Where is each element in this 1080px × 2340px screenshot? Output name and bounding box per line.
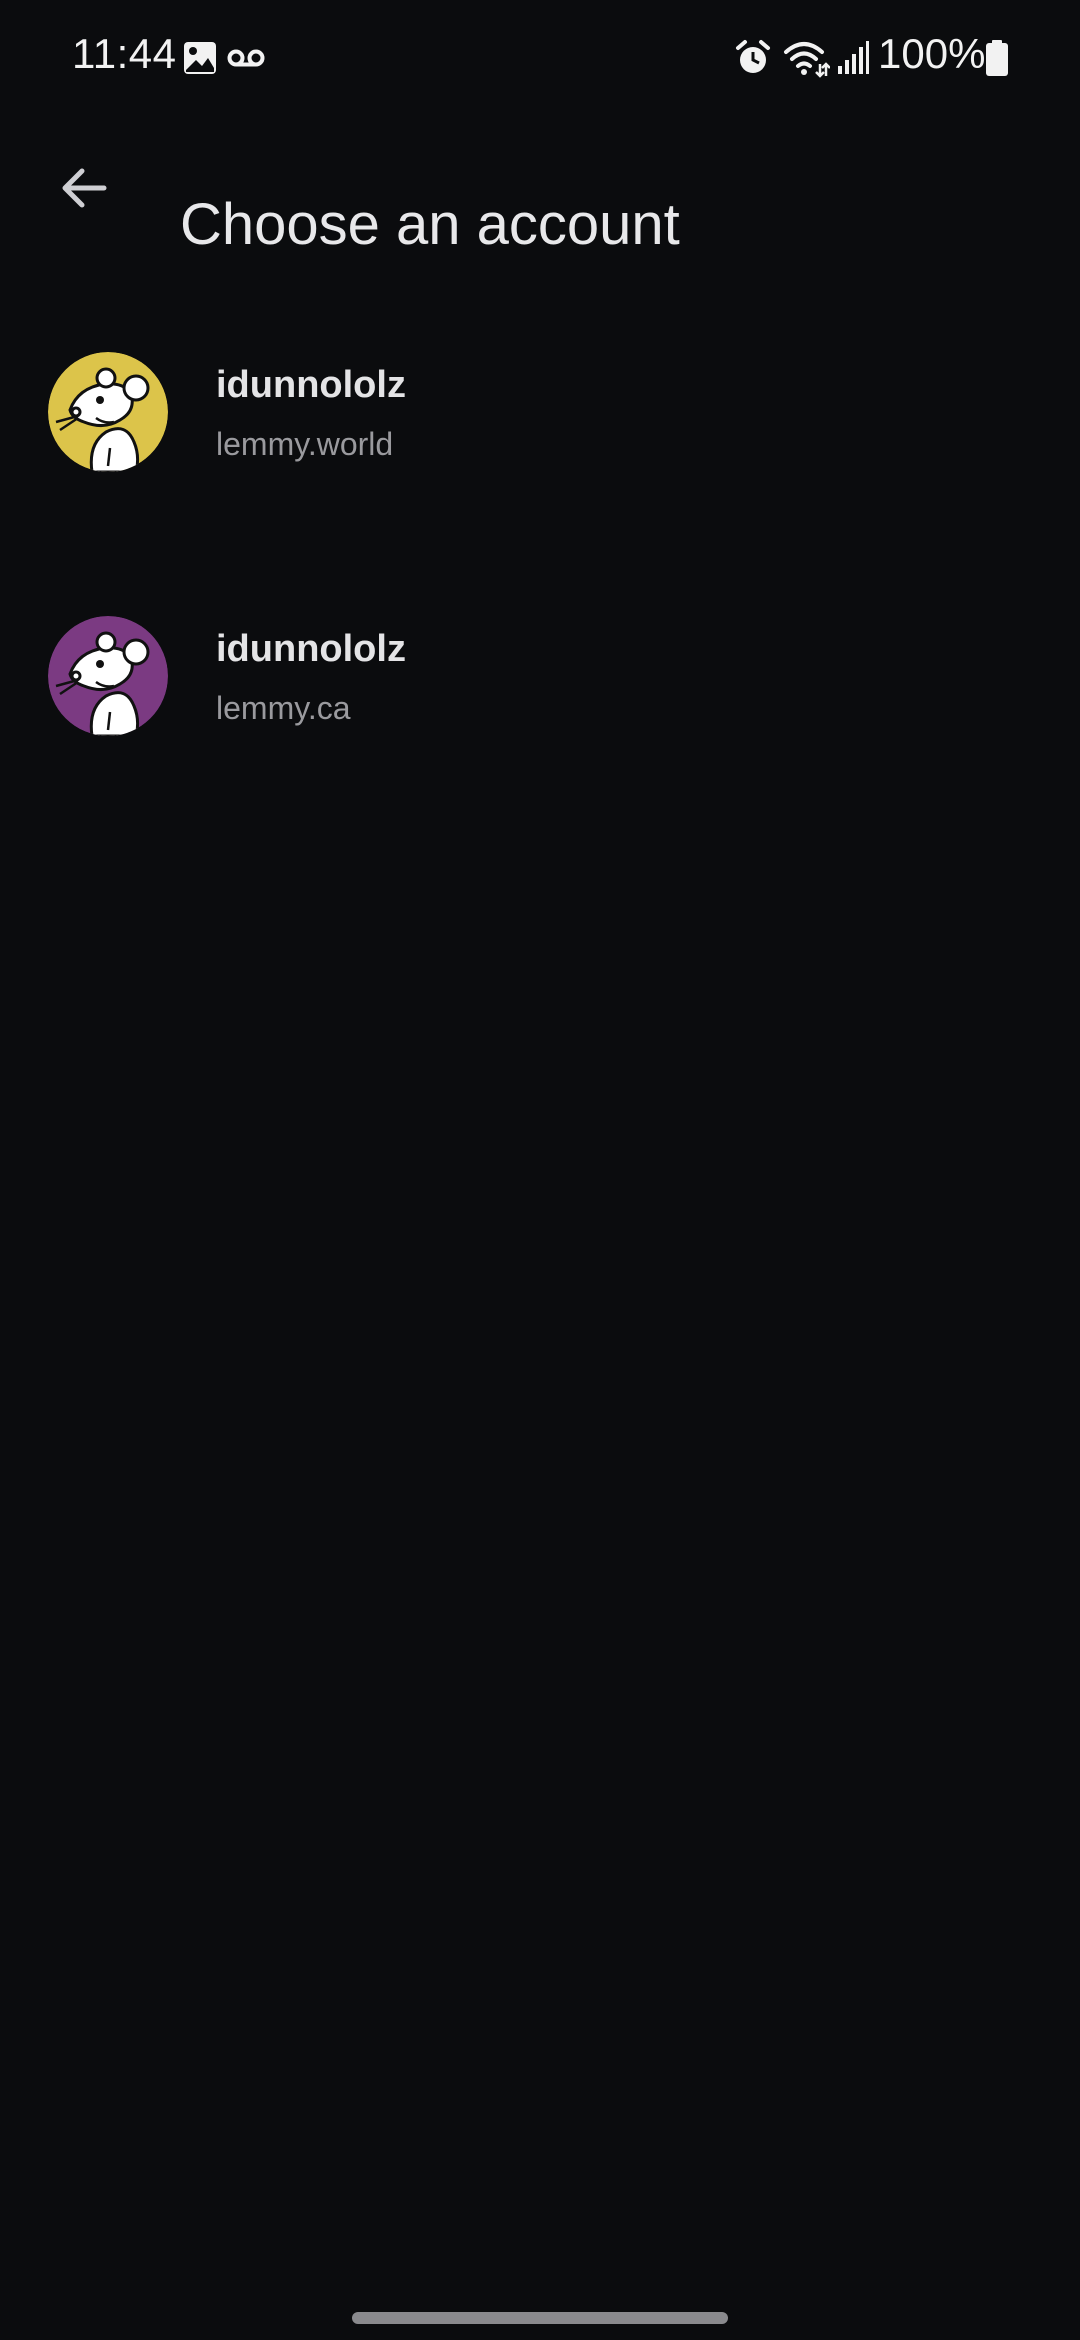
account-item[interactable]: idunnololz lemmy.ca: [0, 594, 1080, 858]
gesture-nav-handle[interactable]: [352, 2312, 728, 2324]
account-name: idunnololz: [216, 628, 406, 670]
status-bar: 11:44 100%: [0, 0, 1080, 112]
page-title: Choose an account: [180, 191, 680, 257]
avatar: [48, 616, 168, 736]
status-time: 11:44: [72, 30, 177, 77]
arrow-back-icon: [56, 160, 112, 221]
back-button[interactable]: [40, 146, 128, 234]
account-instance: lemmy.ca: [216, 690, 351, 726]
battery-percent: 100%: [878, 30, 986, 77]
gallery-icon: [182, 38, 218, 78]
account-list: idunnololz lemmy.world idunnololz lemmy.…: [0, 330, 1080, 858]
battery-icon: [984, 38, 1010, 78]
mouse-mascot-icon: [48, 616, 168, 736]
avatar: [48, 352, 168, 472]
top-app-bar: Choose an account: [0, 112, 1080, 260]
account-item[interactable]: idunnololz lemmy.world: [0, 330, 1080, 594]
account-name: idunnololz: [216, 364, 406, 406]
signal-icon: [836, 38, 870, 78]
voicemail-icon: [226, 38, 266, 78]
alarm-icon: [734, 38, 772, 78]
account-instance: lemmy.world: [216, 426, 394, 462]
mouse-mascot-icon: [48, 352, 168, 472]
wifi-icon: [782, 38, 831, 78]
